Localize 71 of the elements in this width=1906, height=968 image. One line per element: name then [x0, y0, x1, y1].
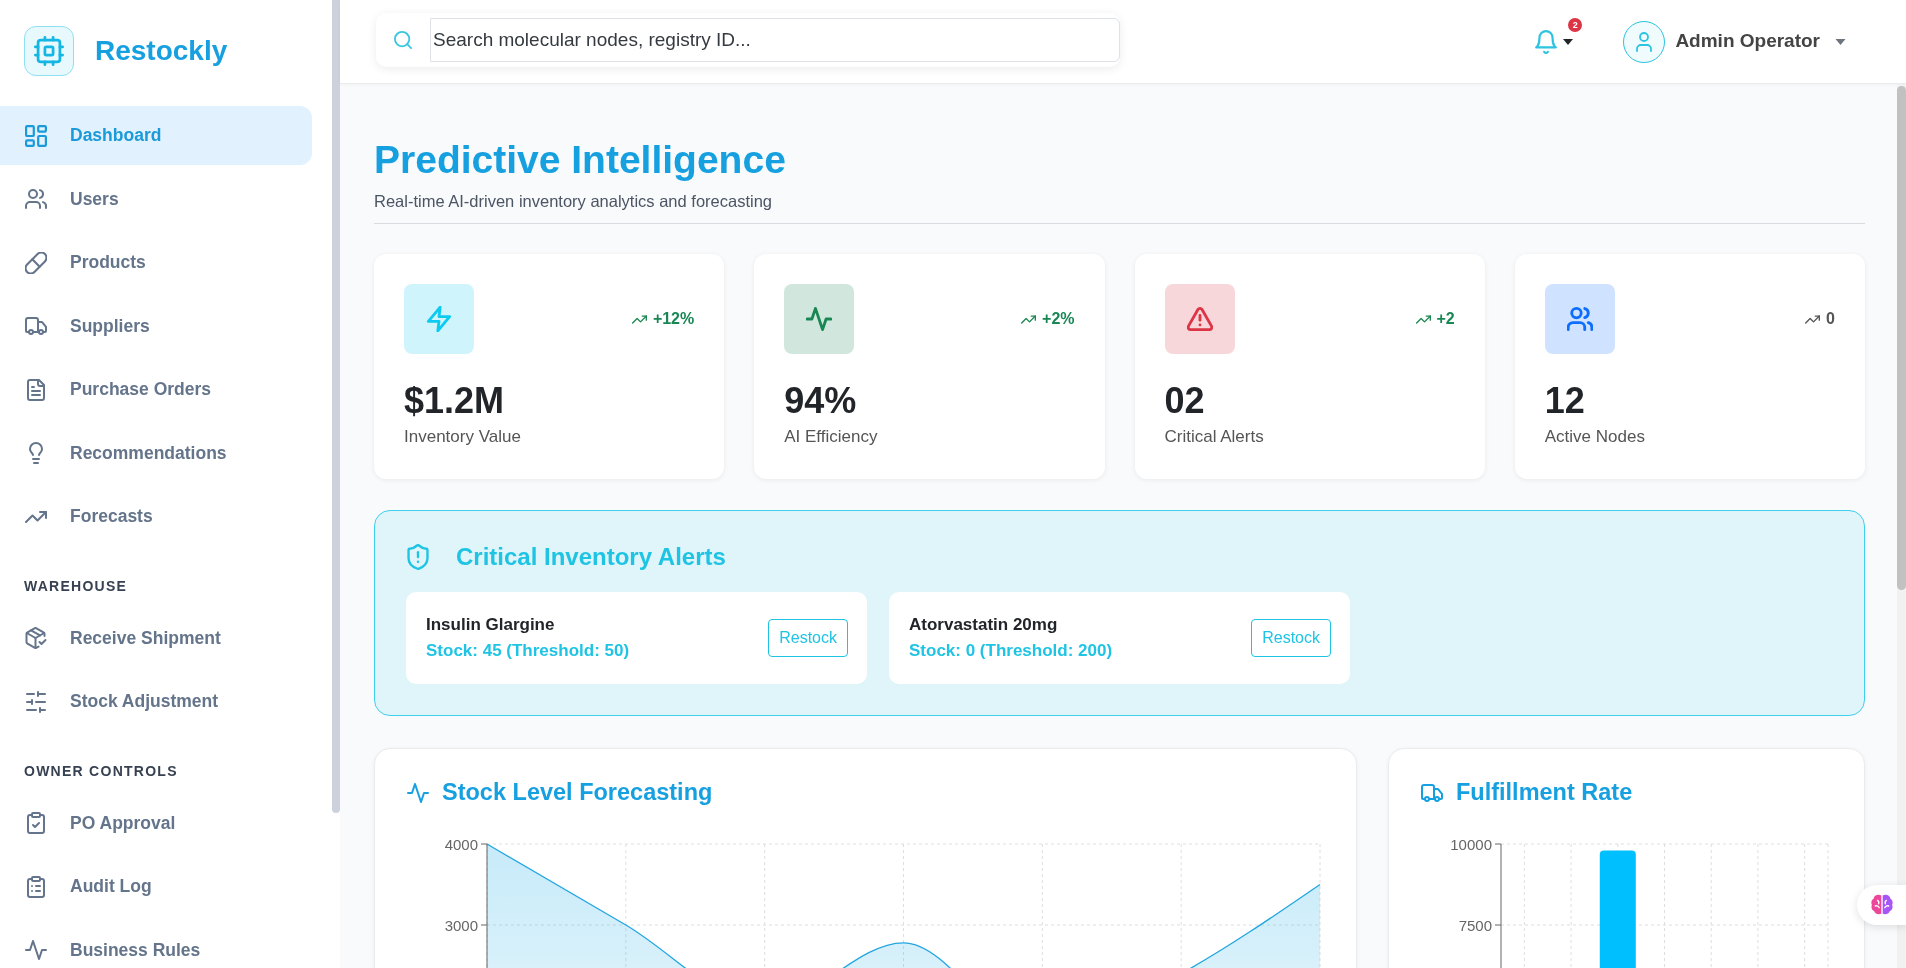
- alerts-title: Critical Inventory Alerts: [456, 542, 726, 572]
- tick-label: 10000: [1450, 835, 1492, 853]
- search-field[interactable]: Search molecular nodes, registry ID...: [430, 17, 1120, 62]
- floating-action-button[interactable]: [1857, 885, 1906, 925]
- stat-value: $1.2M: [404, 378, 506, 422]
- notifications-button[interactable]: [1535, 29, 1574, 54]
- scrollbar-thumb[interactable]: [1897, 86, 1906, 590]
- shield-icon: [406, 544, 430, 570]
- stat-value: 02: [1164, 378, 1206, 422]
- truck-icon: [25, 315, 47, 337]
- nav-item[interactable]: PO Approval: [0, 793, 312, 853]
- nav-item[interactable]: Business Rules: [0, 920, 312, 968]
- clipboard-list-icon: [25, 875, 47, 898]
- chart-title: Fulfillment Rate: [1456, 778, 1633, 808]
- trend-up-icon: [1021, 314, 1037, 324]
- pulse-icon: [25, 939, 47, 961]
- stat-value: 94%: [784, 378, 858, 422]
- brain-icon: [1870, 894, 1893, 916]
- product-name: Insulin Glargine: [426, 614, 556, 636]
- stat-label: Critical Alerts: [1164, 426, 1265, 448]
- truck-icon: [1421, 782, 1443, 804]
- page-title: Predictive Intelligence: [374, 137, 787, 183]
- trend-value: +2%: [1042, 309, 1075, 329]
- trend-value: +12%: [652, 309, 695, 329]
- trend-up-icon: [1805, 314, 1821, 324]
- pulse-icon: [407, 782, 429, 804]
- trend-value: 0: [1826, 309, 1835, 329]
- chart-title: Stock Level Forecasting: [442, 778, 713, 808]
- avatar-icon: [1623, 20, 1666, 63]
- section-heading: OWNER CONTROLS: [23, 762, 179, 781]
- caret-icon: [1835, 38, 1846, 45]
- grid-icon: [25, 124, 47, 147]
- nav-item[interactable]: Purchase Orders: [0, 360, 312, 419]
- pill-icon: [25, 251, 47, 274]
- brand-name: Restockly: [95, 34, 228, 68]
- bell-icon: [1535, 29, 1558, 54]
- stat-label: Inventory Value: [404, 426, 522, 448]
- nav-item[interactable]: Dashboard: [0, 106, 312, 165]
- stat-value: 12: [1544, 378, 1586, 422]
- stock-level: Stock: 45 (Threshold: 50): [426, 640, 630, 662]
- tick-label: 4000: [444, 835, 478, 853]
- nav-item[interactable]: Suppliers: [0, 296, 312, 356]
- caret-icon: [1563, 38, 1574, 45]
- search-icon: [394, 30, 412, 49]
- notification-badge: 2: [1568, 17, 1583, 32]
- scrollbar-thumb[interactable]: [332, 0, 340, 813]
- trend-up-icon: [1415, 314, 1431, 324]
- tick-label: 7500: [1458, 916, 1492, 934]
- document-icon: [25, 378, 47, 401]
- product-name: Atorvastatin 20mg: [909, 614, 1059, 636]
- sliders-icon: [25, 690, 47, 713]
- section-heading: WAREHOUSE: [23, 577, 129, 596]
- users-icon: [25, 188, 47, 210]
- nav-item[interactable]: Audit Log: [0, 857, 312, 916]
- stock-level: Stock: 0 (Threshold: 200): [909, 640, 1113, 662]
- nav-item[interactable]: Users: [0, 169, 312, 229]
- nav-item[interactable]: Products: [0, 233, 312, 292]
- page-subtitle: Real-time AI-driven inventory analytics and forecasting: [374, 191, 774, 212]
- user-menu-button[interactable]: Admin Operator: [1623, 20, 1846, 63]
- nav-item[interactable]: Forecasts: [0, 487, 312, 546]
- nav-item[interactable]: Stock Adjustment: [0, 672, 312, 731]
- trend-up-icon: [631, 314, 647, 324]
- chip-logo-icon: [24, 26, 74, 76]
- package-icon: [25, 627, 47, 649]
- stat-label: AI Efficiency: [784, 426, 879, 448]
- stat-label: Active Nodes: [1544, 426, 1646, 448]
- nav-item[interactable]: Receive Shipment: [0, 608, 312, 668]
- nav-item[interactable]: Recommendations: [0, 423, 312, 483]
- tick-label: 3000: [444, 916, 478, 934]
- trend-value: +2: [1436, 309, 1455, 329]
- clipboard-check-icon: [25, 812, 47, 834]
